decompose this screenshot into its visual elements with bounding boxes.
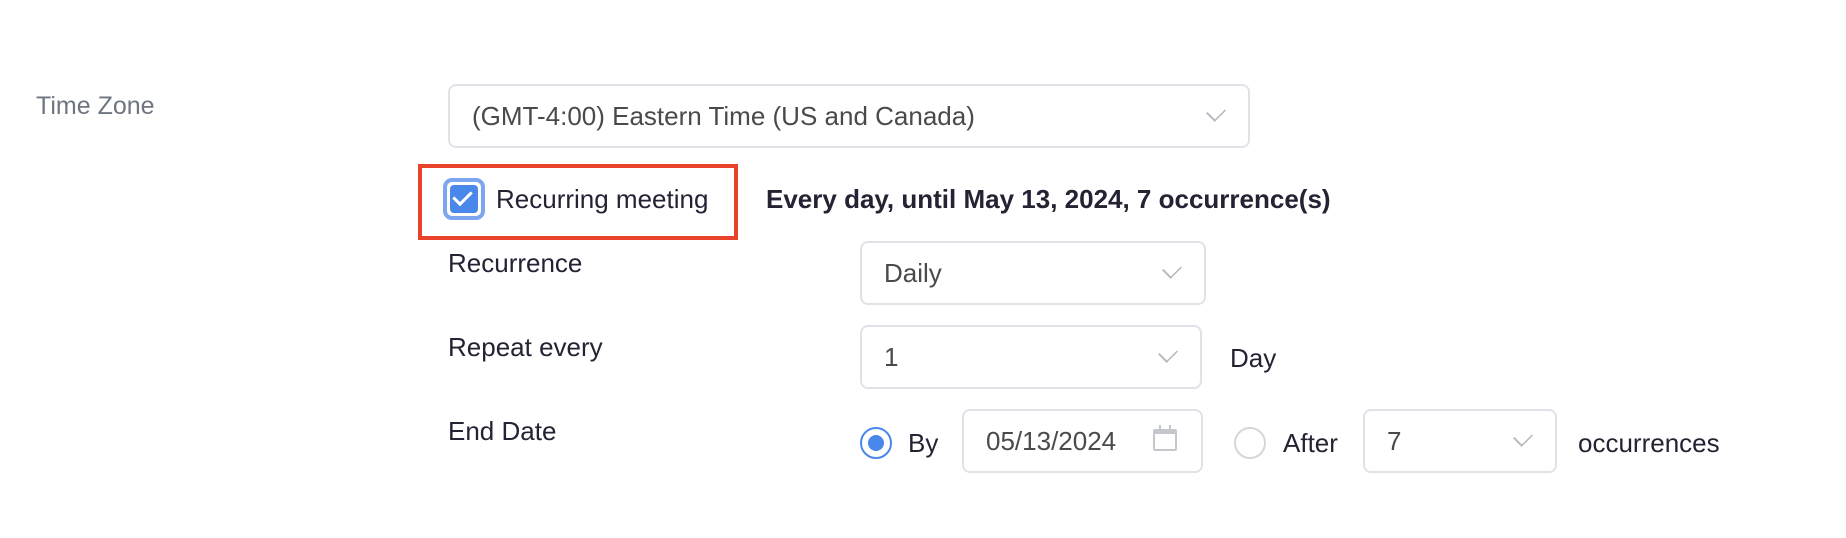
repeat-every-label: Repeat every xyxy=(448,332,603,362)
end-after-radio[interactable] xyxy=(1234,427,1266,459)
chevron-down-icon xyxy=(1206,102,1226,122)
repeat-every-select[interactable]: 1 xyxy=(860,325,1202,389)
end-date-input[interactable]: 05/13/2024 xyxy=(962,409,1203,473)
end-date-label: End Date xyxy=(448,416,557,446)
repeat-every-value: 1 xyxy=(884,341,899,372)
recurrence-value: Daily xyxy=(884,257,942,288)
occurrences-label: occurrences xyxy=(1578,428,1720,458)
end-by-label[interactable]: By xyxy=(908,428,938,459)
recurring-meeting-checkbox[interactable] xyxy=(443,178,485,220)
calendar-icon[interactable] xyxy=(1153,425,1177,451)
occurrences-value: 7 xyxy=(1387,425,1402,456)
recurrence-label: Recurrence xyxy=(448,248,583,278)
occurrences-select[interactable]: 7 xyxy=(1363,409,1557,473)
end-after-label[interactable]: After xyxy=(1283,428,1338,459)
time-zone-label: Time Zone xyxy=(36,92,155,120)
end-date-value: 05/13/2024 xyxy=(986,425,1117,456)
chevron-down-icon xyxy=(1158,343,1178,363)
recurrence-summary: Every day, until May 13, 2024, 7 occurre… xyxy=(766,184,1331,214)
time-zone-select[interactable]: (GMT-4:00) Eastern Time (US and Canada) xyxy=(448,84,1250,148)
recurring-meeting-label[interactable]: Recurring meeting xyxy=(496,184,708,215)
time-zone-value: (GMT-4:00) Eastern Time (US and Canada) xyxy=(472,100,975,131)
chevron-down-icon xyxy=(1513,427,1533,447)
repeat-unit-label: Day xyxy=(1230,343,1277,373)
chevron-down-icon xyxy=(1162,259,1182,279)
recurrence-select[interactable]: Daily xyxy=(860,241,1206,305)
end-by-radio[interactable] xyxy=(860,427,892,459)
